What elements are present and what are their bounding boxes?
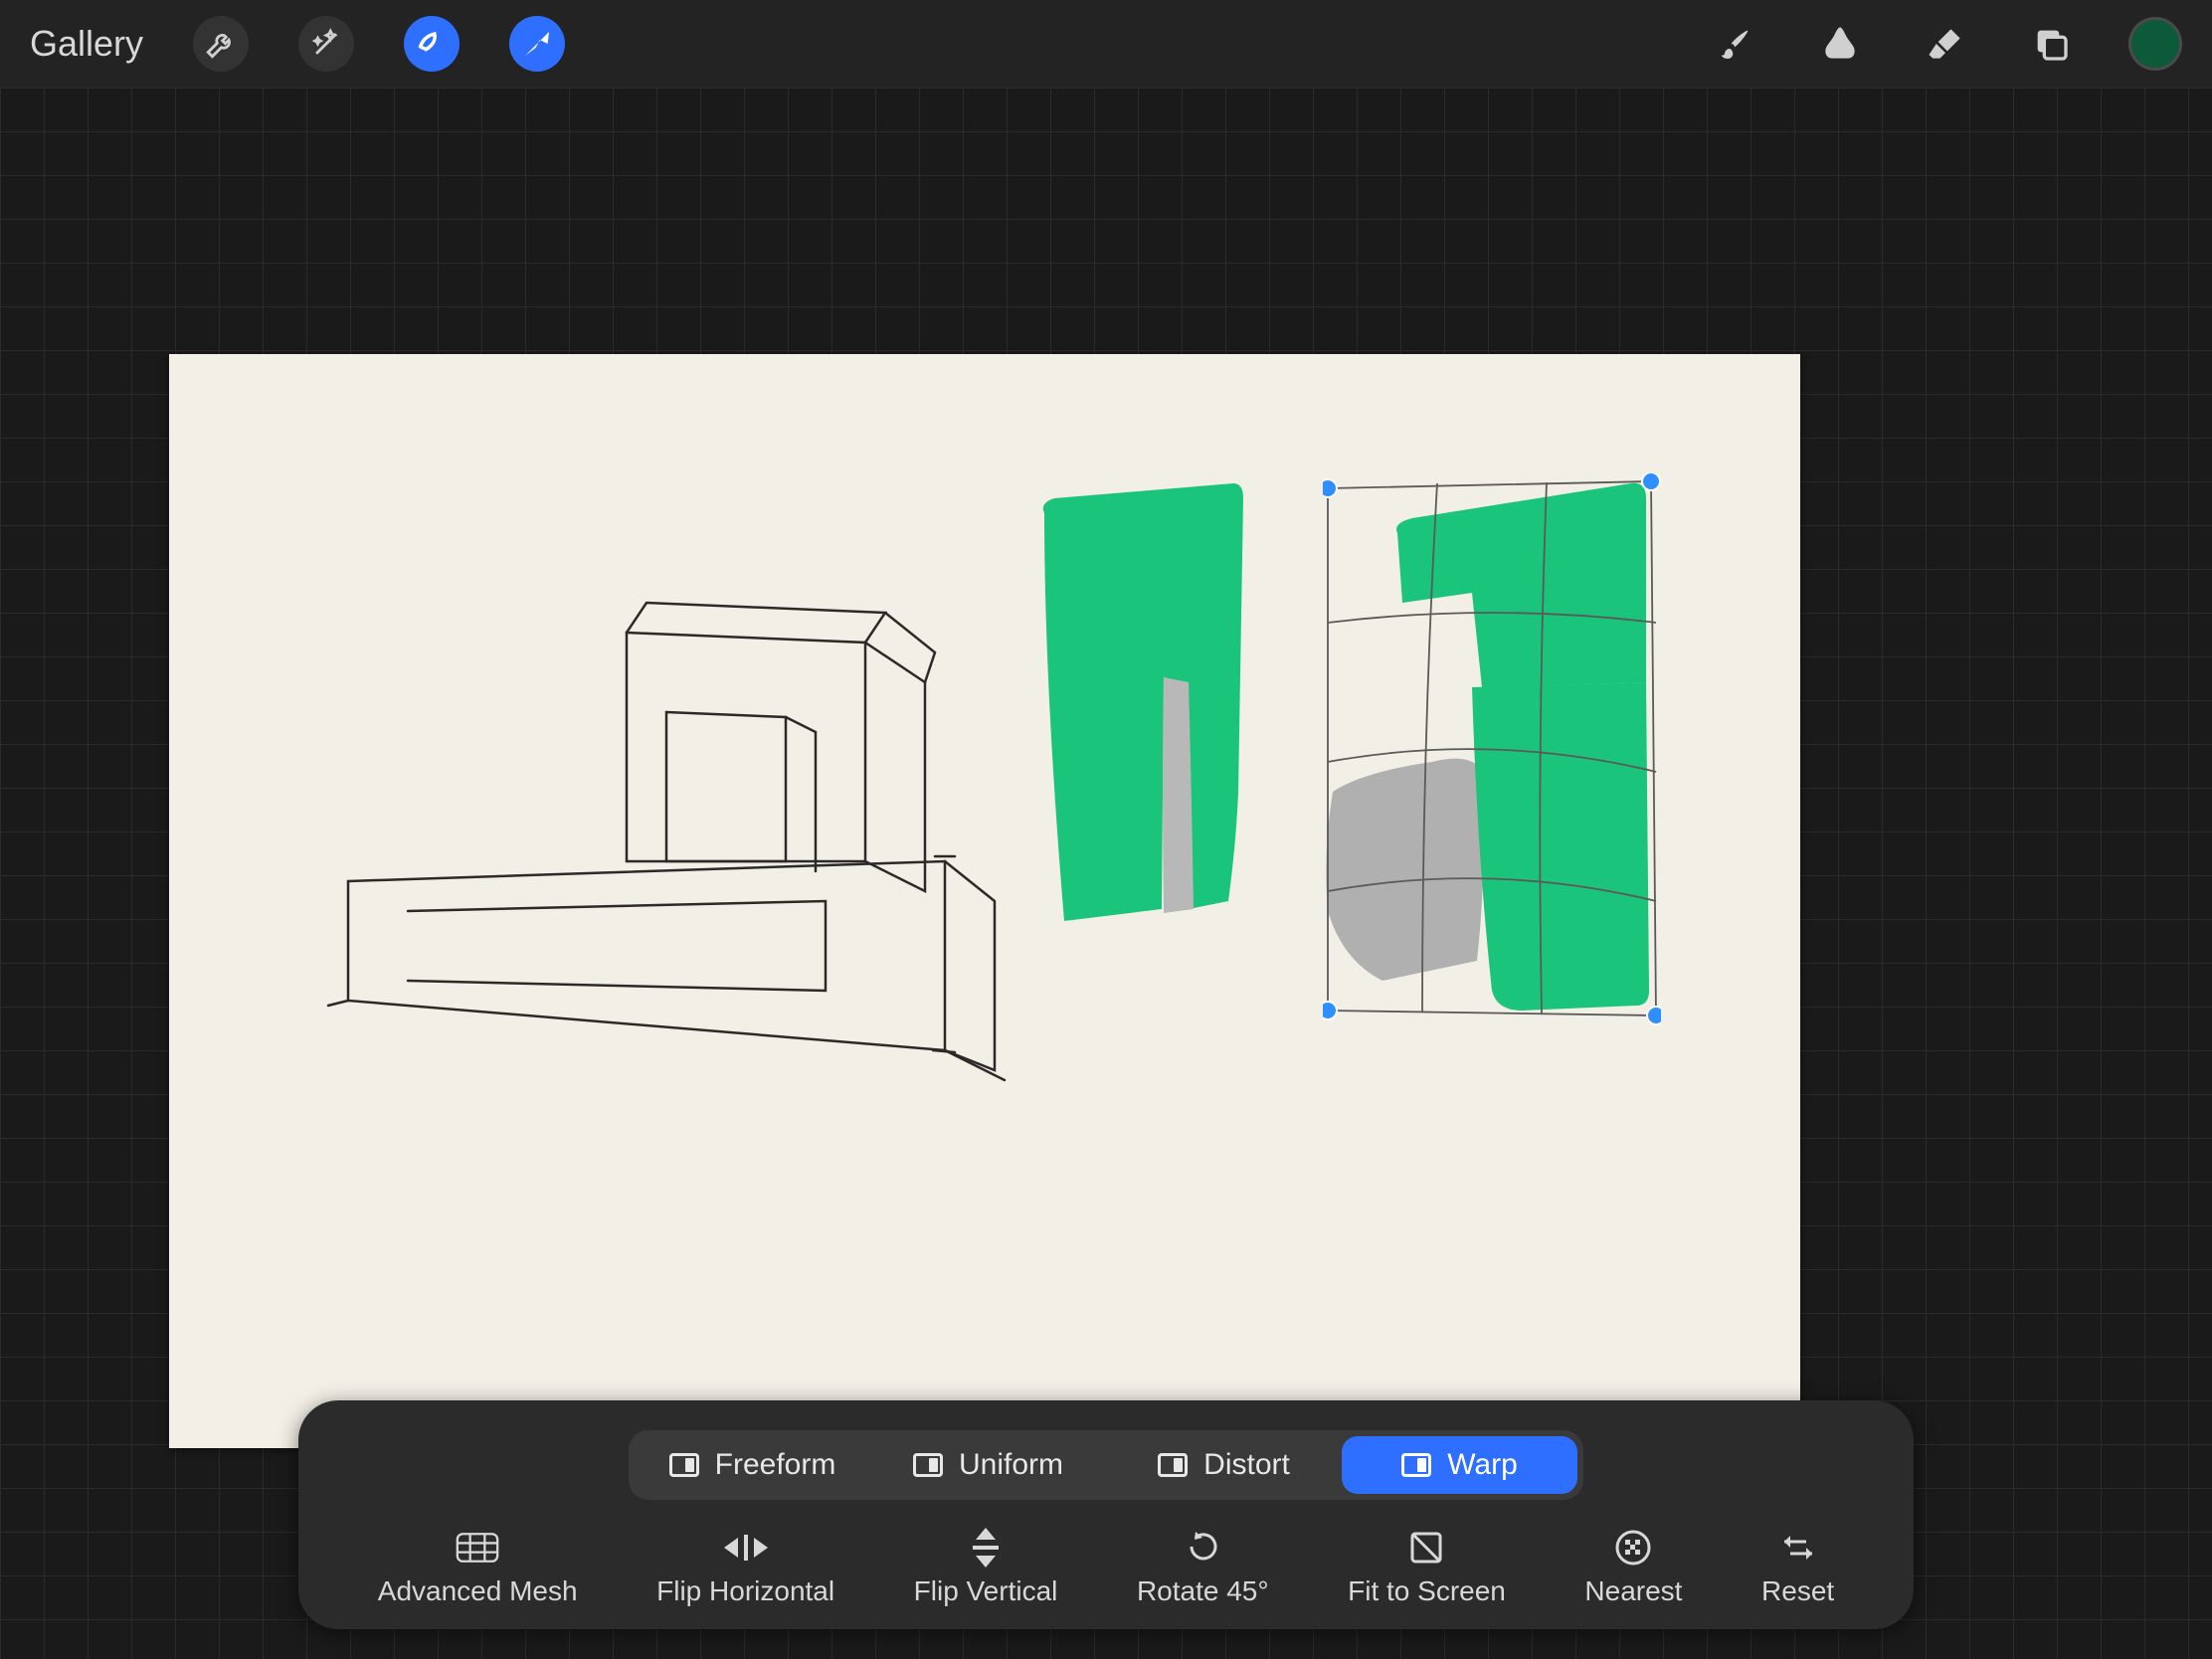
uniform-icon (913, 1453, 943, 1477)
mode-uniform[interactable]: Uniform (870, 1436, 1106, 1494)
color-swatch[interactable] (2128, 17, 2182, 71)
action-label: Advanced Mesh (378, 1575, 578, 1607)
transform-panel: Freeform Uniform Distort Warp Advanced M… (298, 1400, 1914, 1629)
warp-mesh-icon (1323, 473, 1661, 1030)
canvas-paper[interactable] (169, 354, 1800, 1448)
action-label: Rotate 45° (1137, 1575, 1269, 1607)
magic-wand-icon[interactable] (298, 16, 354, 72)
nearest-icon (1611, 1532, 1655, 1564)
mode-distort[interactable]: Distort (1106, 1436, 1342, 1494)
flip-horizontal-icon (724, 1532, 768, 1564)
action-label: Flip Horizontal (656, 1575, 834, 1607)
rotate-icon (1181, 1532, 1224, 1564)
eraser-icon[interactable] (1918, 16, 1973, 72)
warp-selection[interactable] (1323, 473, 1661, 1030)
transform-actions: Advanced Mesh Flip Horizontal Flip Verti… (338, 1532, 1874, 1607)
mode-label: Warp (1447, 1448, 1518, 1482)
action-nearest[interactable]: Nearest (1584, 1532, 1682, 1607)
advanced-mesh-icon (456, 1532, 499, 1564)
action-label: Nearest (1584, 1575, 1682, 1607)
toolbar-right (1707, 16, 2182, 72)
toolbar-left: Gallery (30, 16, 565, 72)
action-reset[interactable]: Reset (1761, 1532, 1834, 1607)
wrench-icon[interactable] (193, 16, 249, 72)
mode-label: Uniform (959, 1448, 1063, 1482)
action-advanced-mesh[interactable]: Advanced Mesh (378, 1532, 578, 1607)
action-rotate-45[interactable]: Rotate 45° (1137, 1532, 1269, 1607)
layers-icon[interactable] (2023, 16, 2079, 72)
green-shape-1 (1034, 483, 1293, 961)
freeform-icon (669, 1453, 699, 1477)
brush-icon[interactable] (1707, 16, 1762, 72)
action-fit-to-screen[interactable]: Fit to Screen (1348, 1532, 1506, 1607)
top-toolbar: Gallery (0, 0, 2212, 88)
action-flip-vertical[interactable]: Flip Vertical (914, 1532, 1058, 1607)
smudge-icon[interactable] (1812, 16, 1868, 72)
building-sketch (308, 434, 1024, 1130)
reset-icon (1776, 1532, 1820, 1564)
gallery-button[interactable]: Gallery (30, 23, 143, 65)
action-label: Fit to Screen (1348, 1575, 1506, 1607)
warp-icon (1401, 1453, 1431, 1477)
selection-tool-icon[interactable] (404, 16, 460, 72)
mode-freeform[interactable]: Freeform (635, 1436, 870, 1494)
action-label: Reset (1761, 1575, 1834, 1607)
mode-label: Distort (1203, 1448, 1290, 1482)
action-label: Flip Vertical (914, 1575, 1058, 1607)
transform-mode-segment: Freeform Uniform Distort Warp (629, 1430, 1583, 1500)
fit-to-screen-icon (1404, 1532, 1448, 1564)
mode-label: Freeform (715, 1448, 836, 1482)
mode-warp[interactable]: Warp (1342, 1436, 1577, 1494)
flip-vertical-icon (964, 1532, 1008, 1564)
action-flip-horizontal[interactable]: Flip Horizontal (656, 1532, 834, 1607)
transform-tool-icon[interactable] (509, 16, 565, 72)
distort-icon (1158, 1453, 1188, 1477)
